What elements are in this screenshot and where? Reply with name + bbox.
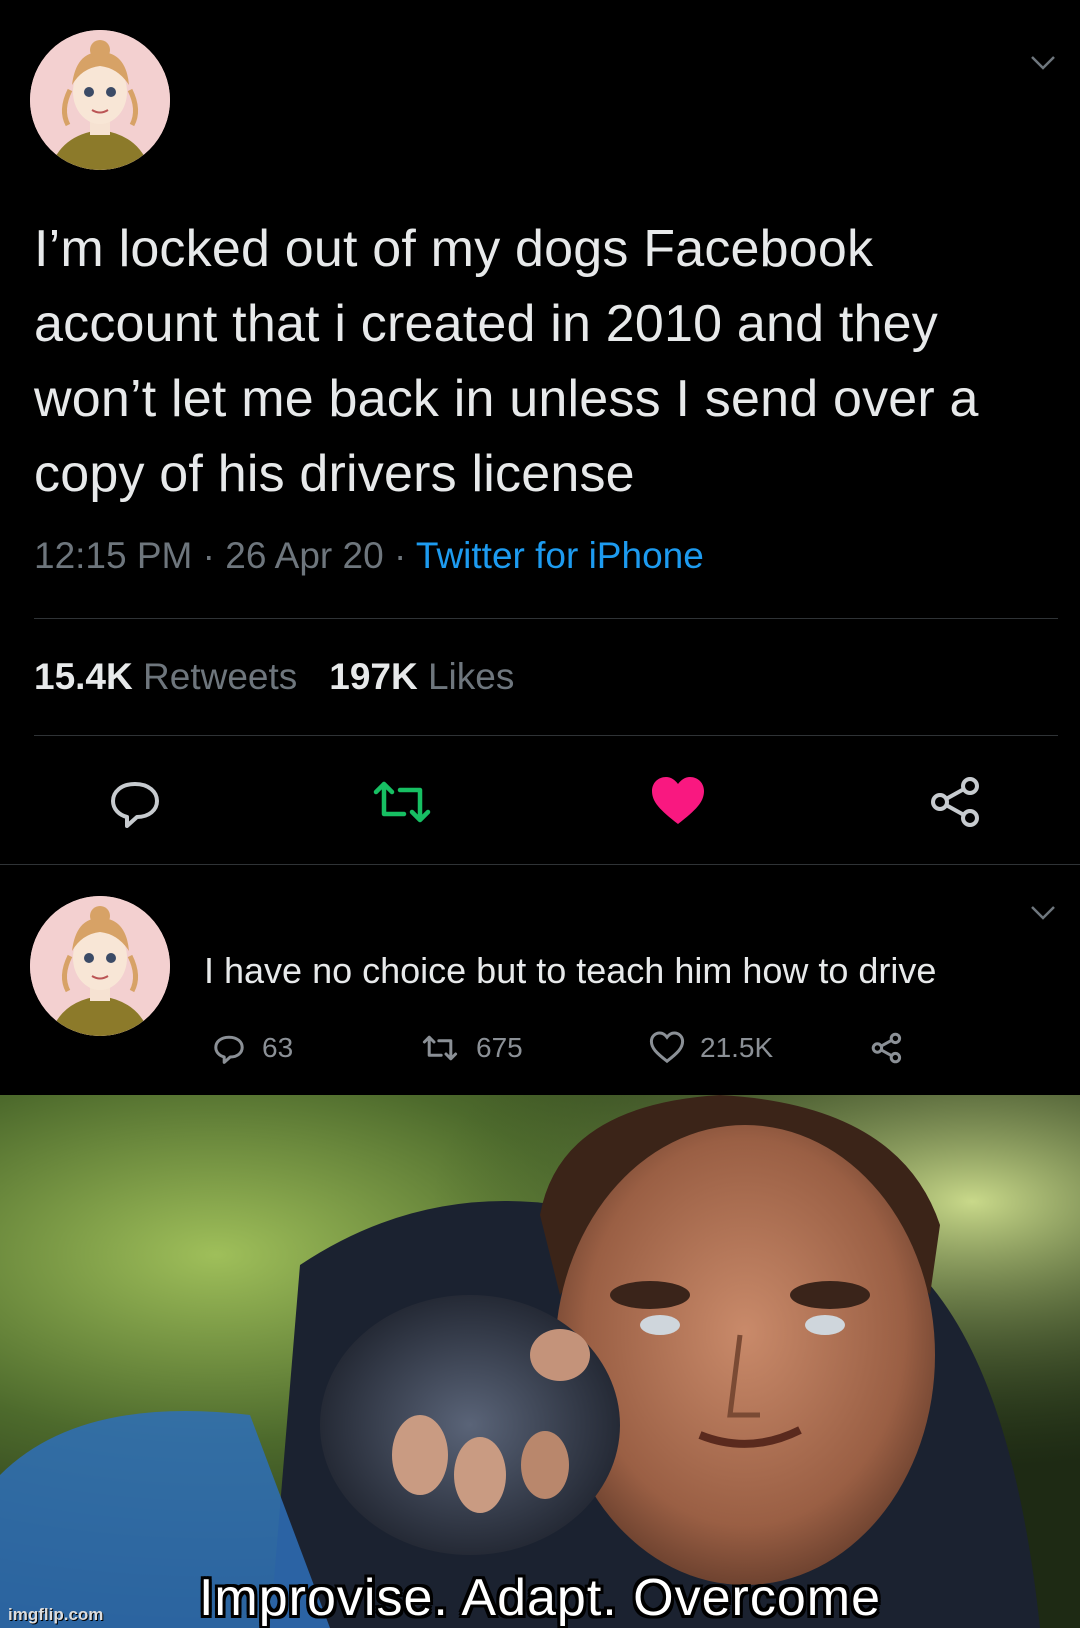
chevron-down-icon[interactable] [1030,55,1056,76]
like-icon [649,1031,685,1064]
reply-share-button[interactable] [868,1030,920,1066]
avatar[interactable] [30,30,170,170]
retweets-count: 15.4K [34,656,133,697]
reply-text: I have no choice but to teach him how to… [204,950,937,991]
share-icon [931,777,979,827]
reply-reply-button[interactable]: 63 [210,1030,293,1066]
like-button[interactable] [648,772,712,836]
share-icon [871,1032,902,1064]
tweet-source-link[interactable]: Twitter for iPhone [416,535,704,576]
reply-count: 63 [262,1032,294,1063]
tweet-date: 26 Apr 20 [225,535,384,576]
share-button[interactable] [926,772,990,836]
retweet-icon [373,781,431,823]
divider [34,618,1058,619]
reply-icon [111,782,159,828]
reply-retweet-count: 675 [476,1032,523,1063]
chevron-down-icon[interactable] [1030,905,1056,926]
tweet-text: I’m locked out of my dogs Facebook accou… [34,220,979,503]
retweet-button[interactable] [370,772,434,836]
meme-photo [0,1095,1080,1628]
tweet-time: 12:15 PM [34,535,193,576]
meta-separator: · [383,535,416,576]
reply-avatar[interactable] [30,896,170,1036]
divider [0,864,1080,865]
tweet-stats: 15.4K Retweets 197K Likes [34,656,514,698]
retweet-icon [422,1035,458,1061]
likes-label: Likes [427,656,515,697]
likes-stat[interactable]: 197K Likes [329,656,514,697]
reply-like-count: 21.5K [700,1032,774,1063]
like-icon [652,777,704,824]
reply-like-button[interactable]: 21.5K [648,1030,773,1066]
reply-retweet-button[interactable]: 675 [418,1030,523,1066]
divider [34,735,1058,736]
retweets-stat[interactable]: 15.4K Retweets [34,656,297,697]
reply-icon [214,1035,244,1064]
meme-caption: Improvise. Adapt. Overcome [198,1569,882,1627]
retweets-label: Retweets [143,656,298,697]
reply-button[interactable] [105,772,169,836]
imgflip-watermark: imgflip.com [8,1605,104,1624]
meta-separator: · [192,535,226,576]
tweet-meta: 12:15 PM · 26 Apr 20 · Twitter for iPhon… [34,535,704,577]
likes-count: 197K [329,656,418,697]
